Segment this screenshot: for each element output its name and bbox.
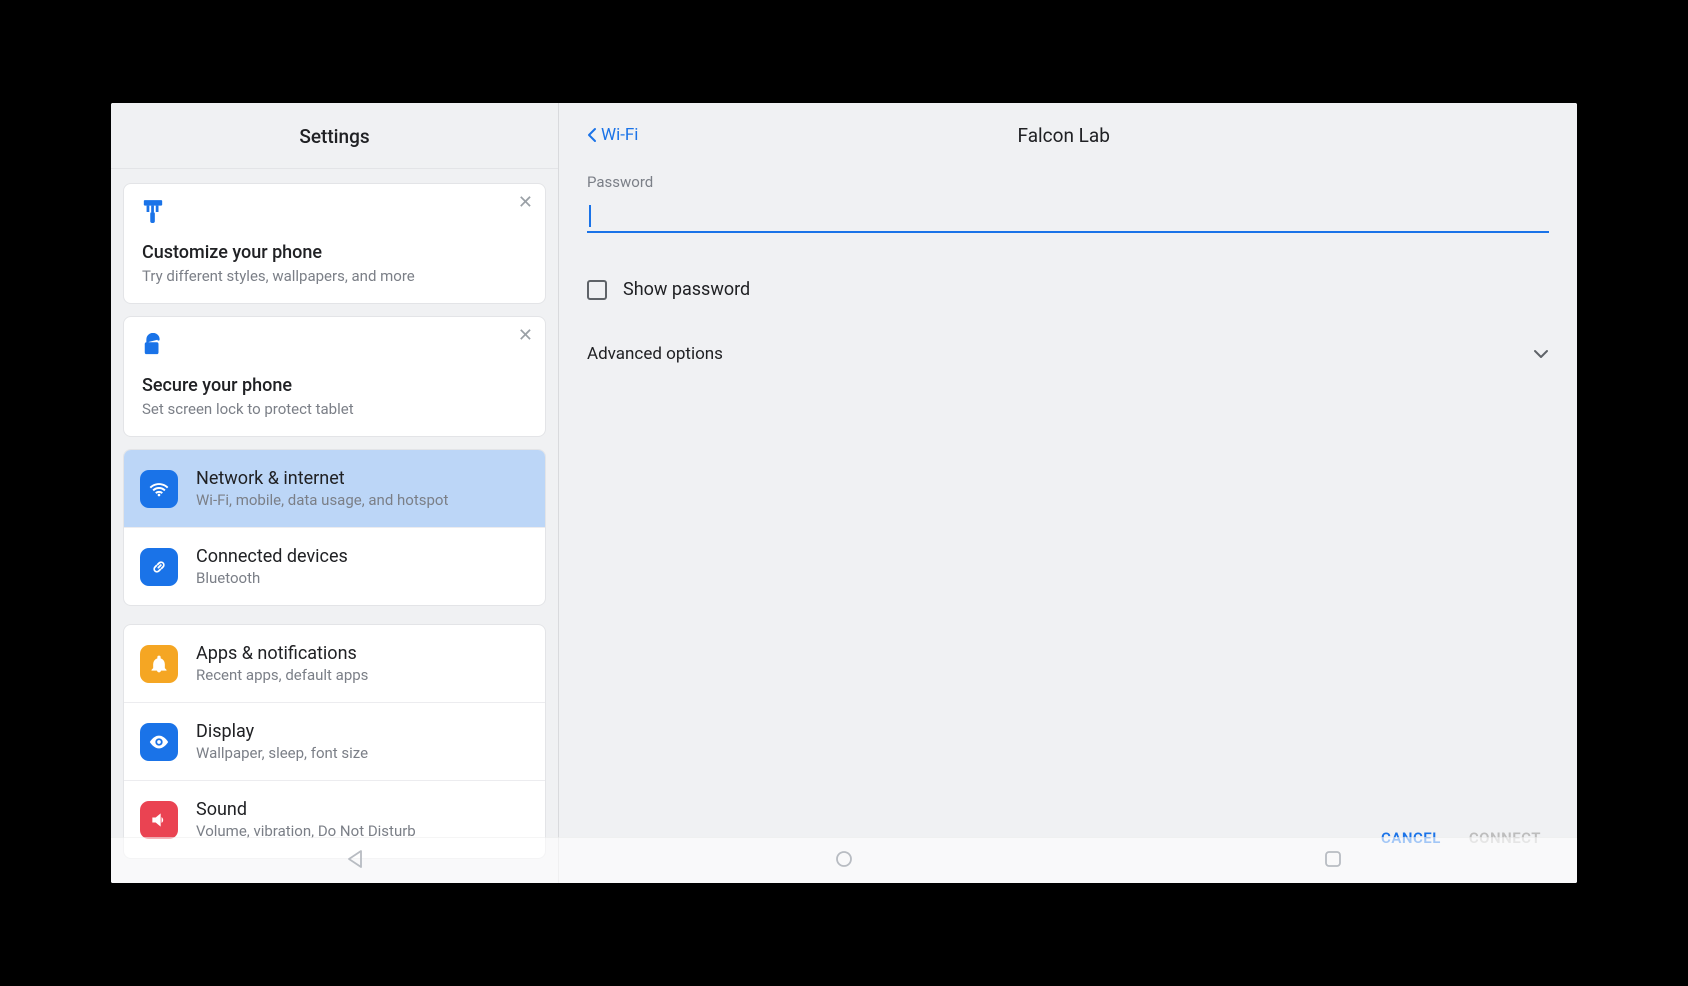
eye-icon bbox=[140, 723, 178, 761]
menu-item-title: Apps & notifications bbox=[196, 643, 368, 664]
menu-item-title: Network & internet bbox=[196, 468, 448, 489]
suggestion-card-secure[interactable]: ✕ Secure your phone Set screen lock to p… bbox=[123, 316, 546, 437]
menu-group-connectivity: Network & internet Wi-Fi, mobile, data u… bbox=[123, 449, 546, 606]
device-frame: Settings ✕ Customize your phone Try diff… bbox=[111, 103, 1577, 883]
network-name-title: Falcon Lab bbox=[638, 124, 1549, 147]
menu-item-subtitle: Wi-Fi, mobile, data usage, and hotspot bbox=[196, 491, 448, 509]
show-password-toggle[interactable]: Show password bbox=[587, 279, 1549, 300]
menu-item-subtitle: Recent apps, default apps bbox=[196, 666, 368, 684]
menu-item-title: Display bbox=[196, 721, 368, 742]
sidebar-item-network[interactable]: Network & internet Wi-Fi, mobile, data u… bbox=[124, 450, 545, 528]
nav-home-icon[interactable] bbox=[834, 849, 854, 873]
nav-recents-icon[interactable] bbox=[1323, 849, 1343, 873]
wifi-icon bbox=[140, 470, 178, 508]
card-subtitle: Set screen lock to protect tablet bbox=[142, 400, 527, 418]
wifi-connect-panel: Wi-Fi Falcon Lab Password Show password … bbox=[559, 103, 1577, 883]
chevron-left-icon bbox=[587, 127, 597, 143]
close-icon[interactable]: ✕ bbox=[518, 327, 533, 345]
show-password-label: Show password bbox=[623, 279, 750, 300]
password-label: Password bbox=[587, 173, 1549, 191]
speaker-icon bbox=[140, 801, 178, 839]
unlock-icon bbox=[142, 333, 527, 361]
back-label: Wi-Fi bbox=[601, 125, 638, 145]
system-nav-bar bbox=[111, 837, 1577, 883]
suggestion-card-customize[interactable]: ✕ Customize your phone Try different sty… bbox=[123, 183, 546, 304]
nav-back-icon[interactable] bbox=[345, 849, 365, 873]
sidebar-item-display[interactable]: Display Wallpaper, sleep, font size bbox=[124, 703, 545, 781]
bell-icon bbox=[140, 645, 178, 683]
settings-sidebar: Settings ✕ Customize your phone Try diff… bbox=[111, 103, 559, 883]
advanced-options-row[interactable]: Advanced options bbox=[587, 344, 1549, 364]
checkbox-icon bbox=[587, 280, 607, 300]
close-icon[interactable]: ✕ bbox=[518, 194, 533, 212]
back-button[interactable]: Wi-Fi bbox=[587, 125, 638, 145]
menu-group-device: Apps & notifications Recent apps, defaul… bbox=[123, 624, 546, 859]
brush-icon bbox=[142, 200, 527, 228]
sidebar-title: Settings bbox=[111, 103, 558, 169]
top-bar: Wi-Fi Falcon Lab bbox=[587, 103, 1549, 167]
menu-item-title: Connected devices bbox=[196, 546, 348, 567]
card-title: Secure your phone bbox=[142, 375, 527, 396]
sidebar-item-connected-devices[interactable]: Connected devices Bluetooth bbox=[124, 528, 545, 605]
menu-item-title: Sound bbox=[196, 799, 416, 820]
chevron-down-icon bbox=[1533, 349, 1549, 359]
menu-item-subtitle: Wallpaper, sleep, font size bbox=[196, 744, 368, 762]
menu-item-subtitle: Bluetooth bbox=[196, 569, 348, 587]
advanced-options-label: Advanced options bbox=[587, 344, 723, 364]
text-caret bbox=[589, 205, 591, 227]
link-icon bbox=[140, 548, 178, 586]
card-title: Customize your phone bbox=[142, 242, 527, 263]
sidebar-item-apps[interactable]: Apps & notifications Recent apps, defaul… bbox=[124, 625, 545, 703]
card-subtitle: Try different styles, wallpapers, and mo… bbox=[142, 267, 527, 285]
password-input[interactable] bbox=[587, 197, 1549, 233]
